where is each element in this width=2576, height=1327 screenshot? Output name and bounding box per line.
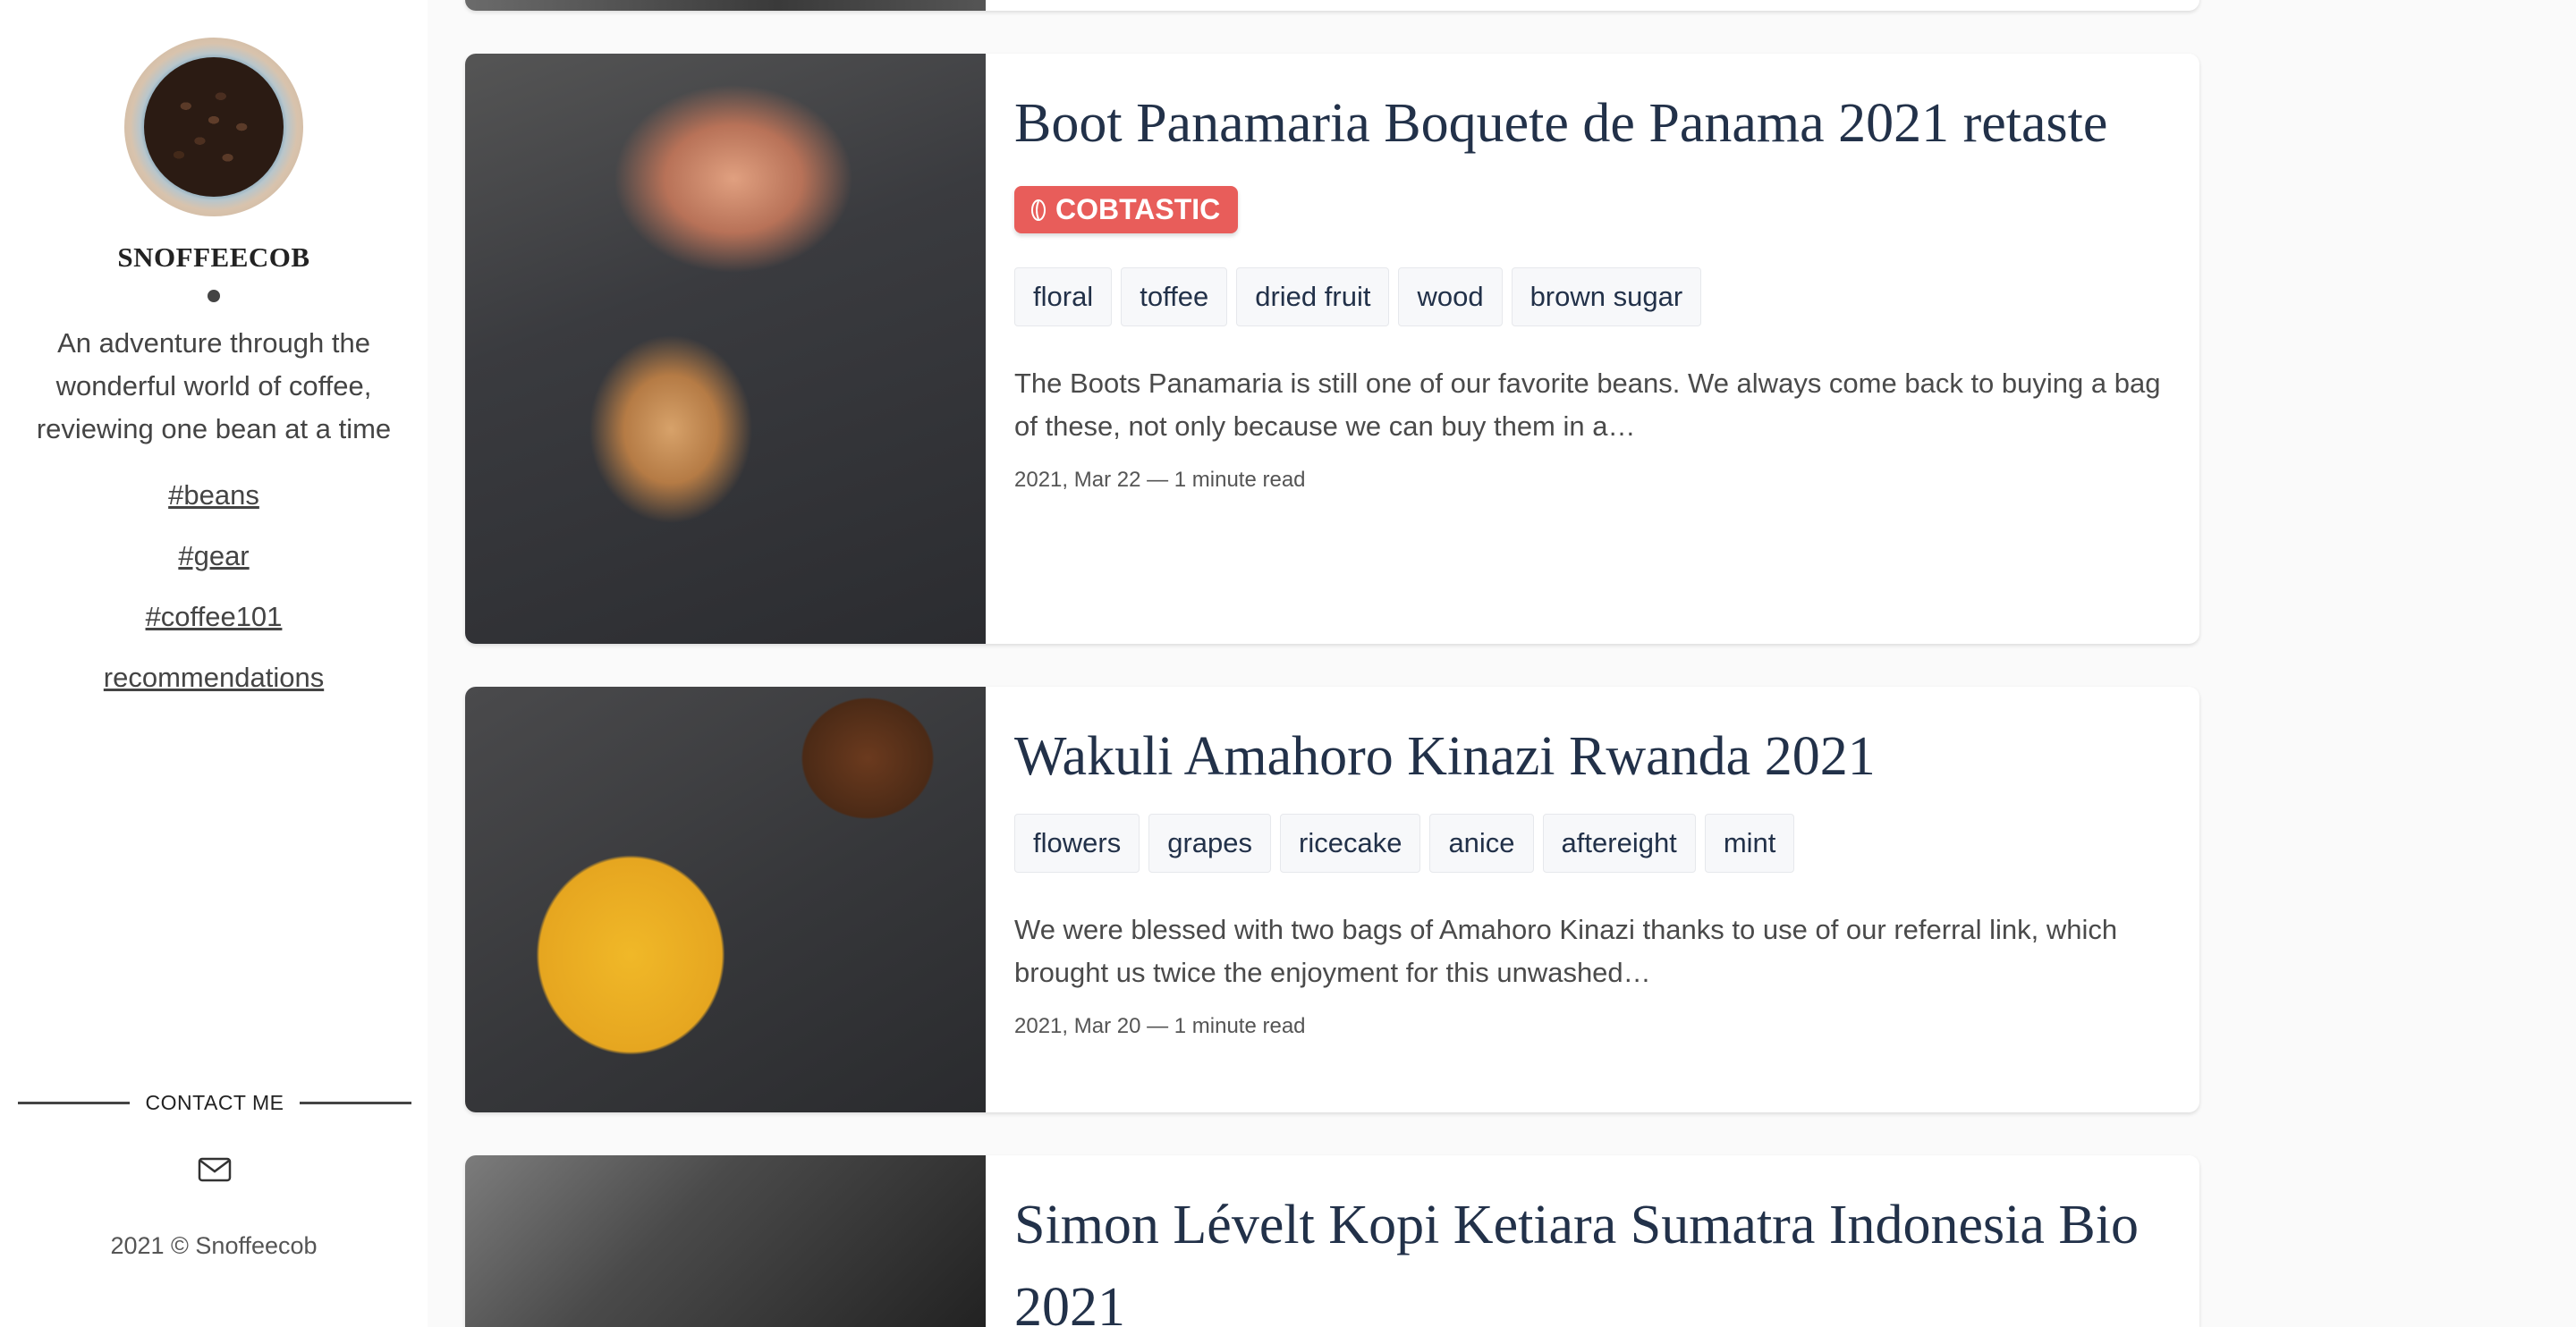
nav-link-beans[interactable]: #beans [168, 465, 259, 526]
post-date: 2021, Mar 22 [1014, 468, 1141, 492]
post-meta: 2021, Mar 20 — 1 minute read [1014, 1014, 2164, 1039]
contact-heading: CONTACT ME [18, 1091, 411, 1115]
separator-dot [208, 290, 220, 302]
post-thumbnail[interactable] [465, 0, 986, 11]
nav-link-recommendations[interactable]: recommendations [104, 647, 324, 708]
flavor-tag[interactable]: aftereight [1542, 814, 1696, 873]
flavor-tag[interactable]: ricecake [1280, 814, 1421, 873]
post-body: Boot Panamaria Boquete de Panama 2021 re… [1014, 54, 2164, 493]
tag-list: flowers grapes ricecake anice aftereight… [1014, 814, 2164, 873]
divider [18, 1102, 130, 1104]
post-title[interactable]: Wakuli Amahoro Kinazi Rwanda 2021 [1014, 715, 2164, 798]
read-time: — 1 minute read [1147, 468, 1306, 492]
flavor-tag[interactable]: brown sugar [1511, 267, 1702, 326]
flavor-tag[interactable]: flowers [1014, 814, 1140, 873]
post-body: Wakuli Amahoro Kinazi Rwanda 2021 flower… [1014, 687, 2164, 1039]
read-time: — 1 minute read [1147, 1014, 1306, 1038]
flavor-tag[interactable]: floral [1014, 267, 1113, 326]
divider [300, 1102, 411, 1104]
flavor-tag[interactable]: wood [1398, 267, 1503, 326]
sidebar: SNOFFEECOB An adventure through the wond… [0, 0, 428, 1327]
post-card[interactable]: Simon Lévelt Kopi Ketiara Sumatra Indone… [465, 1155, 2199, 1327]
post-card[interactable]: Wakuli Amahoro Kinazi Rwanda 2021 flower… [465, 687, 2199, 1112]
post-card[interactable] [465, 0, 2199, 11]
tag-list: floral toffee dried fruit wood brown sug… [1014, 267, 2164, 326]
post-body: Simon Lévelt Kopi Ketiara Sumatra Indone… [1014, 1155, 2164, 1327]
post-thumbnail[interactable] [465, 54, 986, 644]
sidebar-nav: #beans #gear #coffee101 recommendations [104, 465, 324, 708]
rating-badge: COBTASTIC [1014, 186, 1239, 233]
post-title[interactable]: Simon Lévelt Kopi Ketiara Sumatra Indone… [1014, 1184, 2164, 1327]
post-title[interactable]: Boot Panamaria Boquete de Panama 2021 re… [1014, 82, 2164, 165]
flavor-tag[interactable]: anice [1429, 814, 1534, 873]
envelope-icon[interactable] [198, 1157, 232, 1182]
post-thumbnail[interactable] [465, 687, 986, 1112]
bean-icon [1031, 199, 1046, 221]
nav-link-coffee101[interactable]: #coffee101 [146, 587, 283, 647]
avatar[interactable] [124, 38, 303, 216]
post-thumbnail[interactable] [465, 1155, 986, 1327]
flavor-tag[interactable]: grapes [1148, 814, 1271, 873]
copyright: 2021 © Snoffeecob [110, 1232, 318, 1259]
site-tagline: An adventure through the wonderful world… [36, 327, 392, 444]
site-name[interactable]: SNOFFEECOB [117, 241, 309, 274]
badge-label: COBTASTIC [1055, 193, 1221, 225]
flavor-tag[interactable]: toffee [1121, 267, 1228, 326]
post-card[interactable]: Boot Panamaria Boquete de Panama 2021 re… [465, 54, 2199, 644]
flavor-tag[interactable]: mint [1704, 814, 1795, 873]
nav-link-gear[interactable]: #gear [178, 526, 249, 587]
post-meta: 2021, Mar 22 — 1 minute read [1014, 468, 2164, 493]
contact-label: CONTACT ME [145, 1091, 284, 1114]
post-excerpt: We were blessed with two bags of Amahoro… [1014, 914, 2118, 988]
post-date: 2021, Mar 20 [1014, 1014, 1141, 1038]
flavor-tag[interactable]: dried fruit [1236, 267, 1390, 326]
post-excerpt: The Boots Panamaria is still one of our … [1014, 368, 2161, 442]
